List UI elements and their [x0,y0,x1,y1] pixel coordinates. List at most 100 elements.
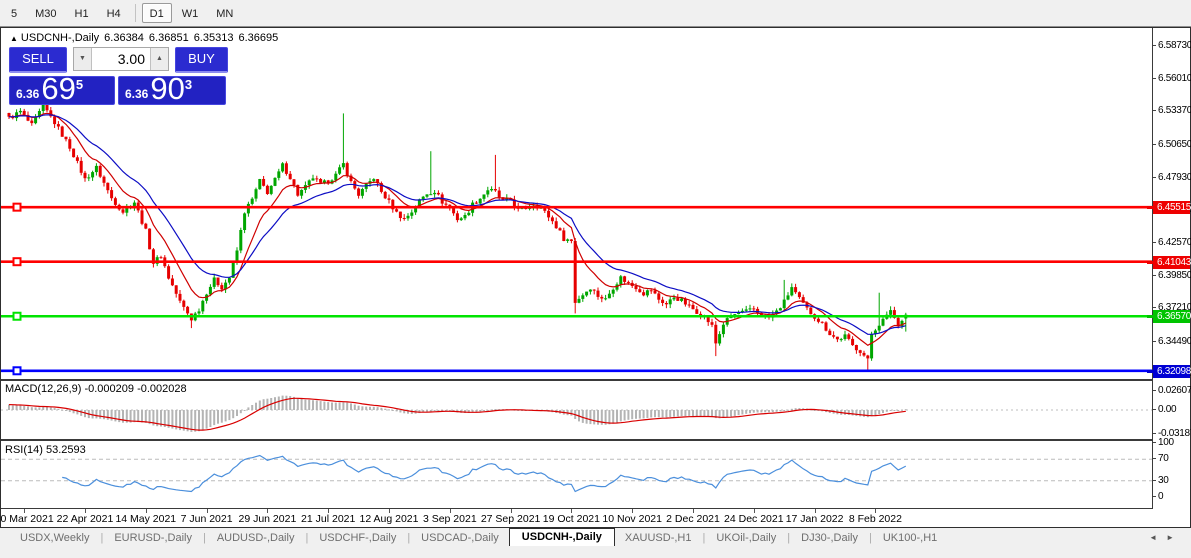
date-label: 19 Oct 2021 [542,513,600,525]
axis-label-6.34490: 6.34490 [1153,336,1191,348]
ma-slow-line [8,114,906,335]
axis-label-30: 30 [1153,475,1190,487]
rsi-label: RSI(14) 53.2593 [5,444,86,456]
one-click-trading-panel: SELL ▼ ▲ BUY 6.36 69 5 6.36 90 3 [9,47,228,105]
axis-label-6.39850: 6.39850 [1153,270,1191,282]
timeframe-toolbar: 5 M30 H1 H4 D1 W1 MN [0,0,1191,27]
tab-separator: | [702,532,706,544]
timeframe-button-h4[interactable]: H4 [99,3,129,23]
date-label: 3 Sep 2021 [422,513,477,525]
timeframe-button-mn[interactable]: MN [208,3,241,23]
chart-tab-audusd-daily[interactable]: AUDUSD-,Daily [207,531,305,546]
date-label: 29 Jun 2021 [238,513,297,525]
ohlc-high: 6.36851 [148,32,189,44]
tab-separator: | [868,532,872,544]
axis-price-badge-6.45515: 6.45515 [1147,201,1191,215]
hline-6.45515[interactable] [1,202,1152,212]
axis-label-6.58730: 6.58730 [1153,40,1191,52]
volume-increase-button[interactable]: ▲ [150,48,168,70]
price-macd-divider[interactable] [1,379,1190,381]
axis-label-6.56010: 6.56010 [1153,73,1191,85]
sell-price-big: 69 [41,76,76,105]
volume-stepper: ▼ ▲ [73,47,169,71]
tab-separator: | [787,532,791,544]
tab-separator: | [305,532,309,544]
ma-fast-line [8,112,907,347]
tab-separator: | [202,532,206,544]
date-label: 7 Jun 2021 [180,513,233,525]
hline-6.36570[interactable] [1,311,1152,321]
macd-histogram [8,395,907,432]
date-label: 14 May 2021 [115,513,177,525]
buy-button[interactable]: BUY [175,47,228,73]
axis-label-0.00: 0.00 [1153,404,1190,416]
axis-label-6.53370: 6.53370 [1153,105,1191,117]
chart-tab-ukoil-daily[interactable]: UKOil-,Daily [706,531,786,546]
mt4-window: { "toolbar": { "timeframes": [ {"label":… [0,0,1191,558]
macd-rsi-divider[interactable] [1,439,1190,441]
axis-label-70: 70 [1153,453,1190,465]
timeframe-button-h1[interactable]: H1 [67,3,97,23]
tab-scroll-right-icon[interactable]: ► [1166,533,1183,542]
axis-label-6.47930: 6.47930 [1153,172,1191,184]
date-label: 27 Sep 2021 [480,513,541,525]
candlestick-series [7,102,908,371]
chart-tab-usdchf-daily[interactable]: USDCHF-,Daily [309,531,406,546]
chart-tab-usdx-weekly[interactable]: USDX,Weekly [10,531,99,546]
ohlc-close: 6.36695 [238,32,279,44]
collapse-triangle-icon[interactable]: ▲ [10,34,18,43]
tab-scroll-left-icon[interactable]: ◄ [1149,533,1166,542]
date-label: 12 Aug 2021 [359,513,419,525]
axis-price-badge-6.32098: 6.32098 [1147,364,1191,378]
timeframe-button-d1[interactable]: D1 [141,3,172,23]
timeframe-button-m30[interactable]: M30 [27,3,64,23]
date-label: 22 Apr 2021 [56,513,114,525]
buy-price-big: 90 [150,76,185,105]
axis-label-100: 100 [1153,437,1190,449]
timeframe-button-w1[interactable]: W1 [174,3,207,23]
chart-title: ▲ USDCNH-,Daily 6.36384 6.36851 6.35313 6.366… [10,32,283,44]
chart-tab-bar: USDX,Weekly | EURUSD-,Daily | AUDUSD-,Daily |… [0,528,1191,548]
date-label: 2 Dec 2021 [666,513,720,525]
tab-separator: | [100,532,104,544]
axis-label-6.42570: 6.42570 [1153,237,1191,249]
rsi-line [62,454,907,493]
sell-price-button[interactable]: 6.36 69 5 [9,76,115,105]
macd-signal-line [8,397,906,431]
axis-price-badge-6.36570: 6.36570 [1147,310,1191,324]
price-axis[interactable]: 6.587306.560106.533706.506506.479306.452… [1147,28,1191,509]
ohlc-open: 6.36384 [104,32,144,44]
chart-tab-dj30-daily[interactable]: DJ30-,Daily [791,531,868,546]
volume-input[interactable] [92,48,150,70]
chart-tab-xauusd-h1[interactable]: XAUUSD-,H1 [615,531,702,546]
date-axis[interactable]: 30 Mar 2021 22 Apr 2021 14 May 2021 7 Jun 2… [0,509,1152,527]
volume-decrease-button[interactable]: ▼ [74,48,92,70]
sell-price-sup: 5 [75,77,84,92]
axis-label-0: 0 [1153,491,1190,503]
chart-window: ▲ USDCNH-,Daily 6.36384 6.36851 6.35313 6.366… [0,27,1191,528]
date-label: 8 Feb 2022 [848,513,902,525]
ohlc-low: 6.35313 [193,32,234,44]
axis-price-badge-6.41043: 6.41043 [1147,255,1191,269]
axis-label-6.50650: 6.50650 [1153,139,1191,151]
buy-price-sup: 3 [184,77,193,92]
date-label: 10 Nov 2021 [602,513,662,525]
tab-scroll-arrows[interactable]: ◄► [1149,533,1183,542]
hline-6.32098[interactable] [1,366,1152,376]
sell-price-prefix: 6.36 [16,87,40,101]
axis-label-0.02607: 0.02607 [1153,385,1191,397]
timeframe-button-5[interactable]: 5 [3,3,25,23]
toolbar-separator [134,4,136,22]
buy-price-button[interactable]: 6.36 90 3 [118,76,226,105]
buy-price-prefix: 6.36 [125,87,149,101]
date-label: 24 Dec 2021 [724,513,784,525]
tab-separator: | [407,532,411,544]
date-label: 17 Jan 2022 [785,513,844,525]
chart-tab-uk100-h1[interactable]: UK100-,H1 [873,531,947,546]
chart-tab-usdcnh-daily[interactable]: USDCNH-,Daily [508,528,615,546]
chart-tab-usdcad-daily[interactable]: USDCAD-,Daily [411,531,509,546]
sell-button[interactable]: SELL [9,47,67,73]
macd-label: MACD(12,26,9) -0.000209 -0.002028 [5,383,187,395]
chart-tab-eurusd-daily[interactable]: EURUSD-,Daily [104,531,202,546]
date-label: 30 Mar 2021 [0,513,54,525]
